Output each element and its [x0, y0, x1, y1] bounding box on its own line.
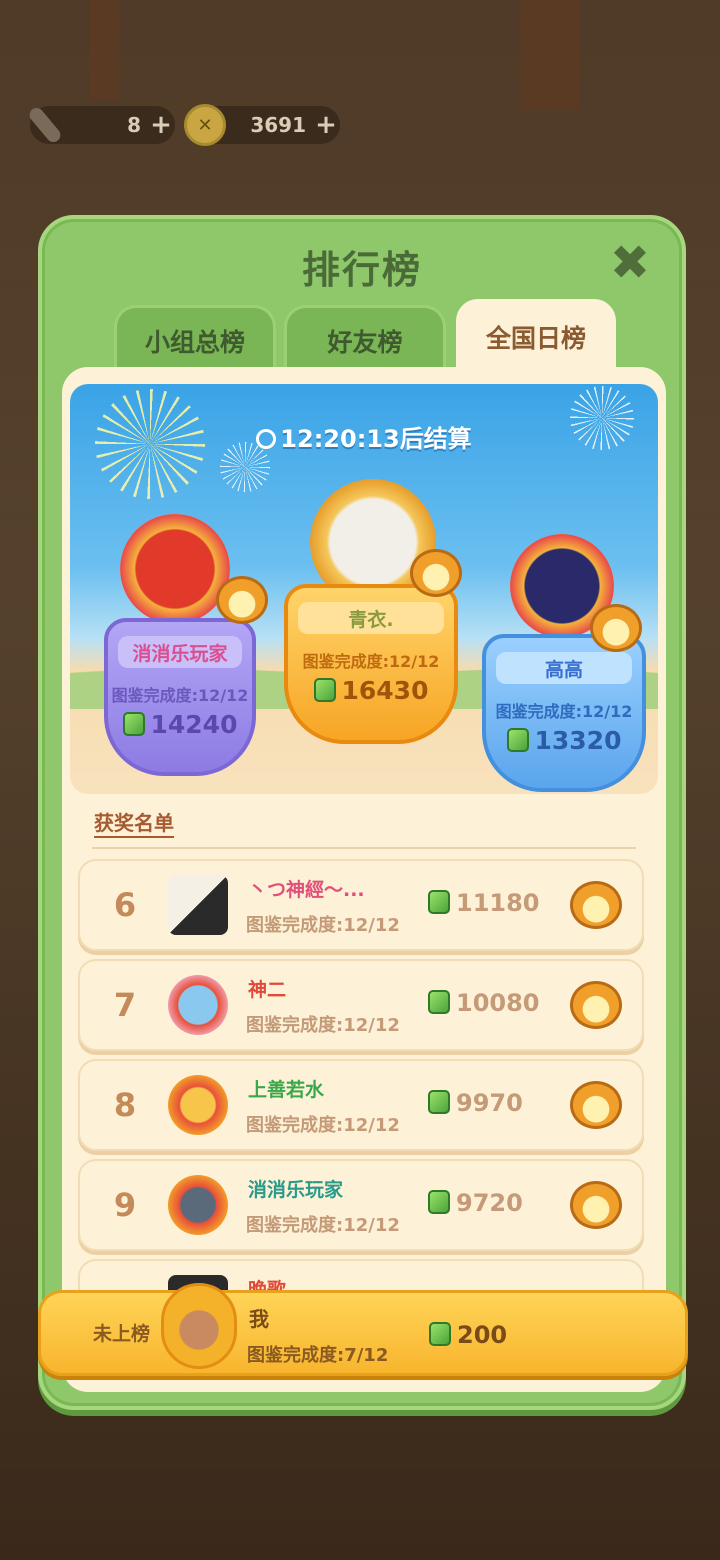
podium-first[interactable]: 青衣. 图鉴完成度:12/12 16430: [284, 584, 458, 744]
avatar: [168, 1175, 228, 1235]
podium-score: 13320: [486, 726, 642, 755]
timer-text: 12:20:13后结算: [280, 425, 472, 453]
coin-count: 3691: [250, 113, 306, 137]
player-name: 神二: [248, 979, 287, 1001]
leaderboard-content: 12:20:13后结算 消消乐玩家 图鉴完成度:12/12 14240 青衣. …: [62, 367, 666, 1392]
tiger-pet-icon: [570, 1081, 622, 1129]
tiger-pet-icon: [216, 576, 268, 624]
tab-national-daily[interactable]: 全国日榜: [456, 299, 616, 375]
gem-icon: [122, 712, 145, 736]
podium-score: 16430: [288, 676, 454, 705]
tiger-pet-icon: [570, 1181, 622, 1229]
my-progress: 图鉴完成度:7/12: [247, 1345, 389, 1366]
coin-counter[interactable]: ✕ 3691 +: [184, 104, 340, 146]
tiger-pet-icon: [590, 604, 642, 652]
podium-progress: 图鉴完成度:12/12: [111, 686, 249, 705]
background-decor: [90, 0, 120, 100]
rocket-icon: [24, 104, 66, 146]
podium-avatar-2[interactable]: [120, 514, 230, 624]
rocket-count: 8: [127, 113, 141, 137]
player-progress: 图鉴完成度:12/12: [246, 915, 400, 936]
player-progress: 图鉴完成度:12/12: [246, 1015, 400, 1036]
gem-icon: [428, 890, 450, 914]
player-progress: 图鉴完成度:12/12: [246, 1115, 400, 1136]
divider: [92, 847, 636, 849]
gem-icon: [429, 1322, 451, 1346]
gem-icon: [428, 990, 450, 1014]
panel-title: 排行榜: [301, 248, 422, 292]
podium-progress: 图鉴完成度:12/12: [495, 702, 633, 721]
rank-row[interactable]: 9 消消乐玩家 图鉴完成度:12/12 9720: [78, 1159, 644, 1251]
gem-icon: [313, 678, 336, 702]
avatar: [168, 975, 228, 1035]
avatar: [168, 875, 228, 935]
rank-number: 9: [113, 1186, 137, 1224]
my-name: 我: [249, 1307, 269, 1331]
player-score: 9720: [428, 1189, 523, 1217]
player-score: 10080: [428, 989, 540, 1017]
my-score: 200: [429, 1321, 507, 1349]
clock-icon: [256, 429, 277, 449]
podium-name: 青衣.: [298, 602, 444, 634]
tiger-pet-icon: [410, 549, 462, 597]
player-score: 11180: [428, 889, 540, 917]
tiger-pet-icon: [570, 981, 622, 1029]
award-list-label[interactable]: 获奖名单: [94, 807, 174, 836]
player-score: 9970: [428, 1089, 523, 1117]
player-progress: 图鉴完成度:12/12: [246, 1215, 400, 1236]
rank-row[interactable]: 6 丶つ神經～... 图鉴完成度:12/12 11180: [78, 859, 644, 951]
tiger-pet-icon: [570, 881, 622, 929]
rank-number: 6: [113, 886, 137, 924]
podium-second[interactable]: 消消乐玩家 图鉴完成度:12/12 14240: [104, 618, 256, 776]
player-name: 消消乐玩家: [248, 1179, 344, 1201]
tab-friends[interactable]: 好友榜: [284, 305, 446, 373]
podium-progress: 图鉴完成度:12/12: [302, 652, 440, 671]
my-rank-status: 未上榜: [93, 1323, 151, 1345]
player-name: 上善若水: [248, 1079, 325, 1101]
tab-group-total[interactable]: 小组总榜: [114, 305, 276, 373]
rocket-counter[interactable]: 8 +: [26, 105, 175, 145]
leaderboard-panel: 排行榜 ✖ 小组总榜 好友榜 全国日榜 12:20:13后结算 消消乐玩家 图鉴…: [38, 215, 686, 1410]
podium-name: 消消乐玩家: [118, 636, 242, 668]
gem-icon: [428, 1190, 450, 1214]
settlement-timer: 12:20:13后结算: [70, 419, 658, 454]
rank-row[interactable]: 8 上善若水 图鉴完成度:12/12 9970: [78, 1059, 644, 1151]
podium-third[interactable]: 高高 图鉴完成度:12/12 13320: [482, 634, 646, 792]
coin-icon: ✕: [184, 104, 226, 146]
gem-icon: [506, 728, 529, 752]
avatar: [168, 1075, 228, 1135]
podium-name: 高高: [496, 652, 632, 684]
add-coin-button[interactable]: +: [312, 110, 340, 140]
background-decor: [520, 0, 580, 110]
podium-score: 14240: [108, 710, 252, 739]
player-name: 丶つ神經～...: [248, 879, 365, 901]
my-avatar[interactable]: [161, 1283, 237, 1369]
gem-icon: [428, 1090, 450, 1114]
rank-row[interactable]: 7 神二 图鉴完成度:12/12 10080: [78, 959, 644, 1051]
add-rocket-button[interactable]: +: [147, 110, 175, 140]
podium-area: 12:20:13后结算 消消乐玩家 图鉴完成度:12/12 14240 青衣. …: [70, 384, 658, 794]
close-icon[interactable]: ✖: [608, 239, 652, 287]
my-rank-bar[interactable]: 未上榜 我 图鉴完成度:7/12 200: [38, 1283, 688, 1376]
rank-number: 8: [113, 1086, 137, 1124]
rank-number: 7: [113, 986, 137, 1024]
